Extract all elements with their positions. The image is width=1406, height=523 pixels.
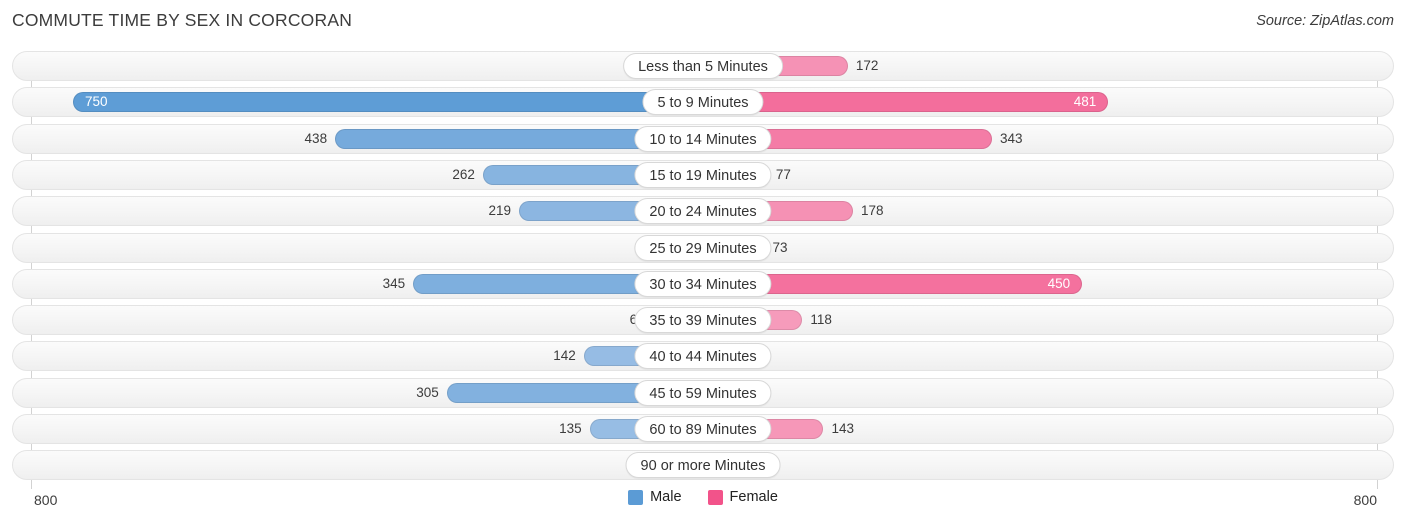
chart-row: 3054845 to 59 Minutes: [12, 377, 1394, 408]
bar-value-female: 481: [1073, 94, 1097, 110]
chart-row: 345 450 30 to 34 Minutes: [12, 268, 1394, 299]
chart-row: 135 143 60 to 89 Minutes: [12, 414, 1394, 444]
row-bars: 750 481 5 to 9 Minutes: [12, 87, 1394, 117]
bar-male[interactable]: [73, 92, 703, 113]
page-title: COMMUTE TIME BY SEX IN CORCORAN: [12, 10, 353, 30]
chart-legend: Male Female: [0, 489, 1406, 505]
bar-value-female: 450: [1047, 275, 1071, 291]
bar-value-female: 178: [860, 203, 884, 219]
legend-label-female: Female: [729, 489, 778, 505]
row-bars: 261590 or more Minutes: [12, 450, 1394, 480]
category-label: 20 to 24 Minutes: [634, 198, 772, 225]
row-bars: 345 450 30 to 34 Minutes: [12, 269, 1394, 299]
chart-row: 537325 to 29 Minutes: [12, 232, 1394, 263]
row-bars: 1424840 to 44 Minutes: [12, 341, 1394, 371]
bar-value-female: 172: [855, 58, 879, 73]
source-attribution: Source: ZipAtlas.com: [1256, 13, 1394, 29]
bar-value-male: 219: [488, 203, 512, 219]
category-label: 60 to 89 Minutes: [634, 416, 772, 442]
row-bars: 6011835 to 39 Minutes: [12, 305, 1394, 335]
bar-value-male: 305: [416, 384, 439, 400]
bar-value-female: 73: [772, 239, 788, 255]
category-label: 45 to 59 Minutes: [634, 379, 772, 406]
bar-value-male: 438: [304, 130, 328, 146]
legend-item-female[interactable]: Female: [707, 489, 778, 505]
category-label: 10 to 14 Minutes: [634, 125, 772, 152]
chart-row: 261590 or more Minutes: [12, 450, 1394, 481]
row-bars: 3054845 to 59 Minutes: [12, 378, 1394, 408]
chart-row: 750 481 5 to 9 Minutes: [12, 87, 1394, 118]
chart-row: 262 77 15 to 19 Minutes: [12, 159, 1394, 190]
category-label: 5 to 9 Minutes: [642, 89, 764, 116]
bar-value-female: 118: [810, 312, 832, 328]
category-label: Less than 5 Minutes: [623, 53, 783, 79]
chart-row: 1424840 to 44 Minutes: [12, 341, 1394, 372]
legend-swatch-male: [628, 489, 644, 505]
chart-row: 219 178 20 to 24 Minutes: [12, 196, 1394, 227]
chart-root: COMMUTE TIME BY SEX IN CORCORAN Source: …: [0, 0, 1406, 523]
chart-row: 438 343 10 to 14 Minutes: [12, 123, 1394, 154]
legend-swatch-female: [707, 489, 723, 505]
bar-value-male: 262: [452, 166, 475, 182]
row-bars: 135 143 60 to 89 Minutes: [12, 414, 1394, 444]
bar-value-male: 345: [382, 275, 406, 291]
bar-value-female: 77: [775, 166, 791, 182]
legend-label-male: Male: [650, 489, 682, 505]
row-bars: 65172Less than 5 Minutes: [12, 51, 1394, 81]
bar-value-male: 135: [559, 421, 582, 436]
category-label: 25 to 29 Minutes: [634, 234, 772, 261]
bar-female[interactable]: [703, 92, 1109, 113]
chart-row: 6011835 to 39 Minutes: [12, 305, 1394, 336]
category-label: 15 to 19 Minutes: [634, 161, 772, 188]
bar-value-male: 750: [85, 94, 108, 110]
plot-area: 65172Less than 5 Minutes7504815 to 9 Min…: [0, 48, 1406, 489]
category-label: 30 to 34 Minutes: [634, 270, 772, 297]
bar-value-male: 142: [553, 348, 576, 364]
legend-item-male[interactable]: Male: [628, 489, 682, 505]
row-bars: 262 77 15 to 19 Minutes: [12, 160, 1394, 190]
row-bars: 219 178 20 to 24 Minutes: [12, 196, 1394, 226]
category-label: 90 or more Minutes: [625, 452, 781, 479]
row-bars: 438 343 10 to 14 Minutes: [12, 124, 1394, 154]
chart-row: 65172Less than 5 Minutes: [12, 51, 1394, 81]
bar-value-female: 343: [999, 130, 1023, 146]
bar-value-female: 143: [831, 421, 854, 436]
row-bars: 537325 to 29 Minutes: [12, 233, 1394, 263]
category-label: 35 to 39 Minutes: [634, 307, 772, 334]
category-label: 40 to 44 Minutes: [634, 343, 772, 370]
